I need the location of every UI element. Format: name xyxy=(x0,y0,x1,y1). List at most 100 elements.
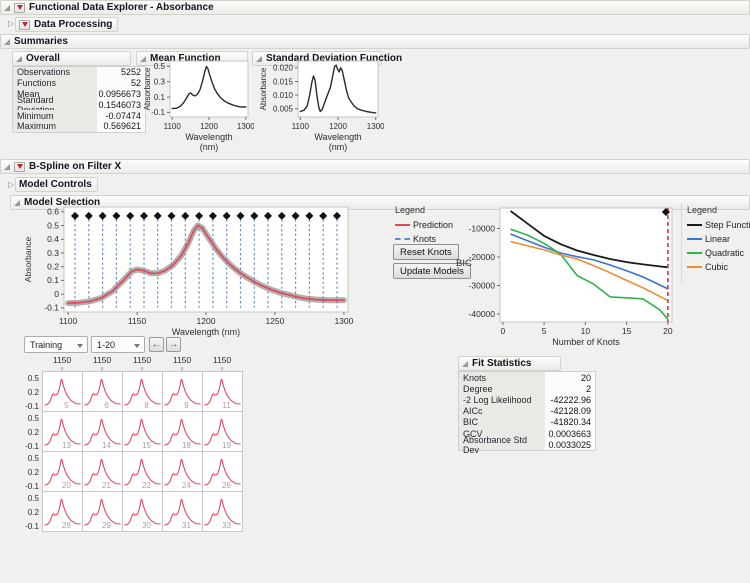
legend-item-label: Linear xyxy=(705,234,731,244)
stat-label: BIC xyxy=(459,416,545,428)
stat-value: 2 xyxy=(585,383,591,394)
panel-cell-9[interactable]: 9 xyxy=(163,372,203,412)
svg-text:0.5: 0.5 xyxy=(47,220,59,230)
panel-cell-21[interactable]: 21 xyxy=(83,452,123,492)
panel-cell-22[interactable]: 22 xyxy=(123,452,163,492)
table-row: Minimum -0.07474 xyxy=(13,110,145,121)
panel-cell-11[interactable]: 11 xyxy=(203,372,243,412)
panel-cell-19[interactable]: 19 xyxy=(203,412,243,452)
stat-label: Degree xyxy=(459,383,545,395)
red-triangle-menu-icon[interactable] xyxy=(19,19,30,30)
svg-text:0.1: 0.1 xyxy=(154,93,166,102)
next-page-button[interactable]: → xyxy=(166,337,181,352)
legend-item: Linear xyxy=(687,234,749,244)
panel-y-tick-label: 0.5 xyxy=(27,493,39,503)
range-select[interactable]: 1-20 xyxy=(91,336,145,353)
table-row: Absorbance Std Dev 0.0033025 xyxy=(459,435,595,455)
outline-model-controls[interactable]: Model Controls xyxy=(15,177,98,192)
panel-cell-30[interactable]: 30 xyxy=(123,492,163,532)
red-triangle-menu-icon[interactable] xyxy=(14,161,25,172)
legend-item-label: Cubic xyxy=(705,262,729,272)
outline-bspline[interactable]: B-Spline on Filter X xyxy=(0,159,750,174)
disclosure-open-icon[interactable] xyxy=(16,55,22,62)
outline-overall[interactable]: Overall xyxy=(12,51,131,66)
overall-statistics-table: Observations 5252 Functions 52 Mean 0.0956673… xyxy=(12,66,146,133)
legend-item-label: Prediction xyxy=(413,220,454,230)
panel-cell-14[interactable]: 14 xyxy=(83,412,123,452)
panel-cell-31[interactable]: 31 xyxy=(163,492,203,532)
disclosure-closed-icon[interactable]: ▷ xyxy=(8,181,14,189)
legend-item-label: Knots xyxy=(413,234,437,244)
disclosure-open-icon[interactable] xyxy=(4,4,10,11)
svg-text:0.4: 0.4 xyxy=(47,234,59,244)
cubic-swatch xyxy=(687,266,702,268)
svg-text:0.3: 0.3 xyxy=(154,78,166,87)
svg-text:1100: 1100 xyxy=(59,316,78,326)
disclosure-open-icon[interactable] xyxy=(462,360,468,367)
svg-text:Wavelength (nm): Wavelength (nm) xyxy=(172,327,240,337)
disclosure-closed-icon[interactable]: ▷ xyxy=(8,20,14,28)
panel-cell-18[interactable]: 18 xyxy=(163,412,203,452)
svg-text:0.3: 0.3 xyxy=(47,248,59,258)
range-select-value: 1-20 xyxy=(97,339,116,350)
svg-text:1100: 1100 xyxy=(164,122,182,131)
table-row: Knots 20 xyxy=(459,372,595,384)
function-id-label: 31 xyxy=(182,521,191,530)
panel-cell-15[interactable]: 15 xyxy=(123,412,163,452)
svg-text:1250: 1250 xyxy=(265,316,284,326)
knots-line-swatch xyxy=(395,238,410,240)
section-title: Summaries xyxy=(14,36,68,47)
stat-label: AICc xyxy=(459,405,545,417)
function-id-label: 5 xyxy=(64,401,69,410)
svg-text:20: 20 xyxy=(663,326,673,336)
panel-cell-20[interactable]: 20 xyxy=(43,452,83,492)
bic-comparison-chart: -10000 -20000 -30000 -40000 0 5 10 15 20 Number o… xyxy=(452,200,680,352)
svg-text:-20000: -20000 xyxy=(469,252,496,262)
view-select-value: Training xyxy=(30,339,63,350)
view-select[interactable]: Training xyxy=(24,336,88,353)
panel-cell-13[interactable]: 13 xyxy=(43,412,83,452)
panel-y-tick-label: -0.1 xyxy=(25,401,39,411)
model-selection-plot[interactable]: -0.1 0 0.1 0.2 0.3 0.4 0.5 0.6 1100 1150 1200 1250 1… xyxy=(18,200,364,340)
section-title: Data Processing xyxy=(34,19,113,30)
table-row: Functions 52 xyxy=(13,77,145,89)
svg-text:-10000: -10000 xyxy=(469,223,496,233)
outline-data-processing[interactable]: Data Processing xyxy=(15,17,119,32)
function-id-label: 18 xyxy=(182,441,191,450)
disclosure-open-icon[interactable] xyxy=(4,163,10,170)
outline-functional-data-explorer[interactable]: Functional Data Explorer - Absorbance xyxy=(0,0,750,15)
svg-text:Absorbance: Absorbance xyxy=(23,237,33,283)
svg-text:-40000: -40000 xyxy=(469,309,496,319)
page-title: Functional Data Explorer - Absorbance xyxy=(29,2,214,13)
panel-cell-33[interactable]: 33 xyxy=(203,492,243,532)
disclosure-open-icon[interactable] xyxy=(4,38,10,45)
panel-cell-29[interactable]: 29 xyxy=(83,492,123,532)
stat-value: -42128.09 xyxy=(550,406,591,417)
reset-knots-button[interactable]: Reset Knots xyxy=(393,244,459,260)
stat-label: Absorbance Std Dev xyxy=(459,435,545,455)
svg-text:0: 0 xyxy=(54,289,59,299)
outline-fit-statistics[interactable]: Fit Statistics xyxy=(458,356,561,371)
function-id-label: 14 xyxy=(102,441,111,450)
panel-y-tick-label: 0.2 xyxy=(27,387,39,397)
panel-cell-24[interactable]: 24 xyxy=(163,452,203,492)
function-id-label: 22 xyxy=(142,481,151,490)
panel-cell-26[interactable]: 26 xyxy=(203,452,243,492)
panel-cell-5[interactable]: 5 xyxy=(43,372,83,412)
stat-label: -2 Log Likelihood xyxy=(459,394,545,406)
panel-x-tick-label: 1150 xyxy=(212,355,232,365)
svg-text:-30000: -30000 xyxy=(469,280,496,290)
panel-cell-28[interactable]: 28 xyxy=(43,492,83,532)
function-id-label: 9 xyxy=(184,401,189,410)
svg-text:5: 5 xyxy=(542,326,547,336)
svg-text:1150: 1150 xyxy=(128,316,147,326)
outline-summaries[interactable]: Summaries xyxy=(0,34,750,49)
panel-y-tick-label: -0.1 xyxy=(25,481,39,491)
prev-page-button[interactable]: ← xyxy=(149,337,164,352)
function-id-label: 20 xyxy=(62,481,71,490)
panel-cell-6[interactable]: 6 xyxy=(83,372,123,412)
table-row: Degree 2 xyxy=(459,383,595,395)
svg-text:Wavelength: Wavelength xyxy=(314,132,361,142)
red-triangle-menu-icon[interactable] xyxy=(14,2,25,13)
panel-cell-8[interactable]: 8 xyxy=(123,372,163,412)
